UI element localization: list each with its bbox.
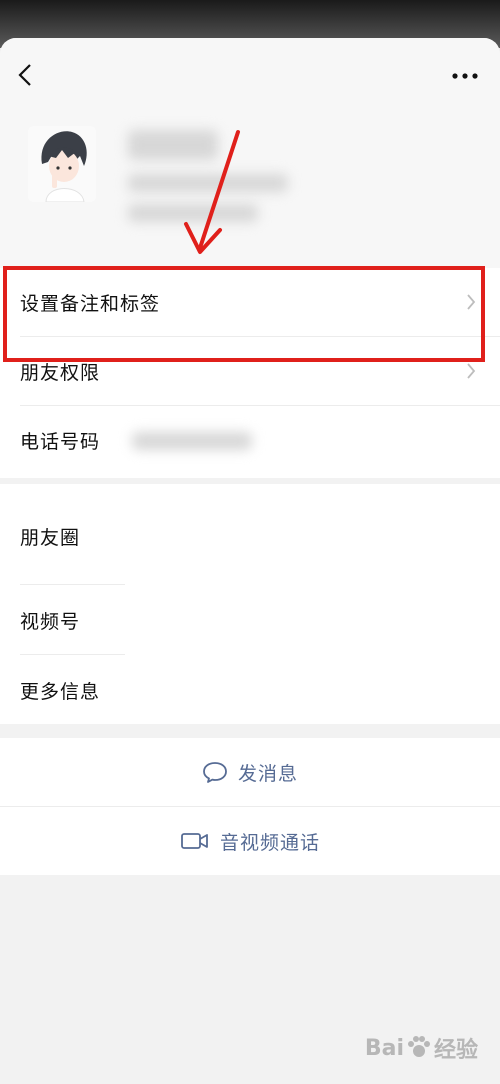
send-message-button[interactable]: 发消息: [0, 738, 500, 806]
baidu-jingyan-watermark: Bai 经验: [365, 1032, 478, 1064]
phone-number-label: 电话号码: [20, 430, 101, 453]
profile-header: [0, 38, 500, 268]
paw-icon: [407, 1036, 430, 1057]
divider: [20, 584, 125, 585]
blurred-phone-number: [132, 432, 252, 450]
profile-content-section: 朋友圈 视频号 更多信息: [0, 484, 500, 724]
phone-number-row[interactable]: 电话号码: [0, 406, 500, 474]
more-icon: [452, 73, 478, 79]
back-button[interactable]: [10, 60, 40, 90]
contact-profile-sheet: 设置备注和标签 朋友权限 电话号码 朋友圈 视频号 更多信息 发消息 音视频通话…: [0, 38, 500, 1084]
watermark-latin-text: Bai: [364, 1035, 404, 1061]
chevron-right-icon: [464, 361, 478, 381]
annotation-arrow-icon: [184, 130, 240, 254]
avatar[interactable]: [28, 126, 96, 202]
channels-row[interactable]: 视频号: [0, 586, 500, 654]
back-arrow-icon: [18, 64, 31, 86]
more-info-row[interactable]: 更多信息: [0, 656, 500, 724]
moments-label: 朋友圈: [20, 526, 81, 549]
video-call-button[interactable]: 音视频通话: [0, 807, 500, 875]
more-info-label: 更多信息: [20, 680, 101, 703]
moments-row[interactable]: 朋友圈: [0, 502, 500, 570]
divider: [20, 654, 125, 655]
red-highlight-box: [3, 266, 485, 362]
watermark-cn-text: 经验: [433, 1038, 478, 1063]
video-camera-icon: [181, 833, 208, 849]
video-call-label: 音视频通话: [219, 831, 320, 854]
chat-bubble-icon: [203, 762, 227, 783]
avatar-illustration: [28, 126, 96, 202]
channels-label: 视频号: [20, 610, 81, 633]
more-options-button[interactable]: [448, 64, 482, 88]
send-message-label: 发消息: [237, 762, 298, 785]
